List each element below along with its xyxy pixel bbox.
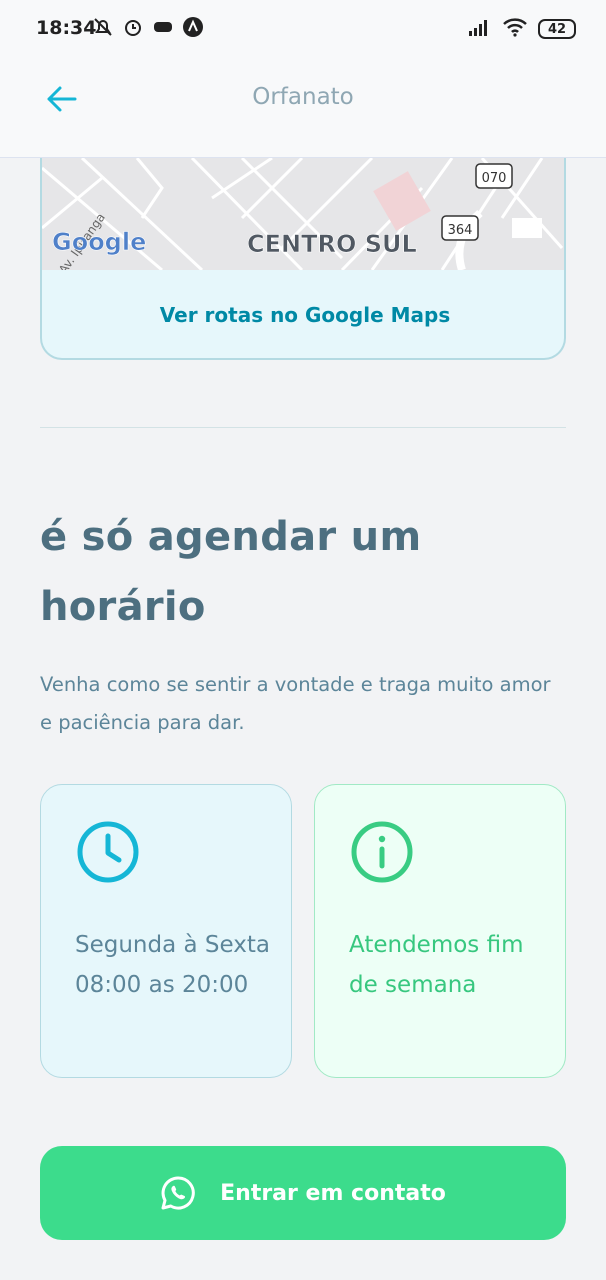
status-icons-left xyxy=(92,16,204,38)
weekend-card: Atendemos fim de semana xyxy=(314,784,566,1078)
game-icon xyxy=(152,16,174,38)
section-heading: é só agendar um horário xyxy=(40,514,422,630)
divider xyxy=(40,427,566,428)
app-icon xyxy=(182,16,204,38)
contact-button-label: Entrar em contato xyxy=(220,1180,446,1206)
road-marker-070: 070 xyxy=(475,163,513,189)
svg-text:070: 070 xyxy=(482,171,507,186)
page-title: Orfanato xyxy=(252,84,354,110)
section-description: Venha como se sentir a vontade e traga m… xyxy=(40,673,551,734)
google-logo: Google xyxy=(52,228,146,256)
battery-icon: 42 xyxy=(538,19,576,39)
road-marker-364: 364 xyxy=(441,215,479,241)
status-icons-right: 42 xyxy=(468,17,576,41)
svg-text:364: 364 xyxy=(448,223,473,238)
weekend-text: Atendemos fim de semana xyxy=(349,932,524,998)
map-view[interactable]: 070 364 Av. Ipiranga Google CENTRO SUL xyxy=(42,158,564,270)
contact-button[interactable]: Entrar em contato xyxy=(40,1146,566,1240)
opening-hours-text: Segunda à Sexta 08:00 as 20:00 xyxy=(75,932,270,998)
signal-icon xyxy=(468,17,492,41)
clock-icon xyxy=(77,821,139,883)
opening-hours-card: Segunda à Sexta 08:00 as 20:00 xyxy=(40,784,292,1078)
wifi-icon xyxy=(502,17,528,41)
map-card: 070 364 Av. Ipiranga Google CENTRO SUL V… xyxy=(40,158,566,360)
notifications-off-icon xyxy=(92,16,114,38)
status-bar: 18:34 42 xyxy=(0,0,606,60)
info-icon xyxy=(351,821,413,883)
app-header: Orfanato xyxy=(0,60,606,158)
view-routes-link[interactable]: Ver rotas no Google Maps xyxy=(42,270,564,358)
status-time: 18:34 xyxy=(36,17,97,39)
alarm-icon xyxy=(122,16,144,38)
whatsapp-icon xyxy=(161,1176,195,1210)
map-district-label: CENTRO SUL xyxy=(247,230,417,258)
